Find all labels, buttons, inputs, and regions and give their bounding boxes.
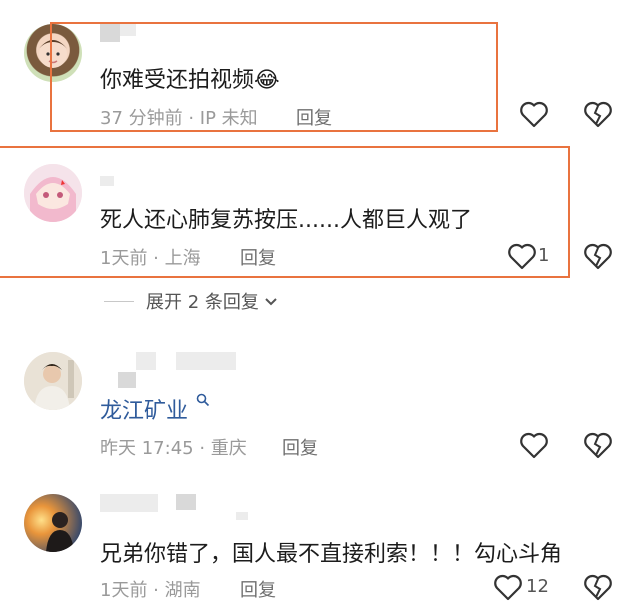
- avatar[interactable]: [24, 352, 82, 410]
- username-obscured: [100, 494, 158, 512]
- divider: [104, 300, 134, 302]
- username-obscured: [236, 512, 248, 520]
- comment-meta: 1天前 · 湖南: [100, 580, 201, 601]
- expand-replies-button[interactable]: 展开 2 条回复: [104, 288, 279, 314]
- username-obscured: [176, 352, 236, 370]
- broken-heart-icon[interactable]: [583, 242, 613, 270]
- highlight-box: [0, 146, 570, 278]
- highlight-box: [50, 22, 498, 132]
- expand-replies-label: 展开 2 条回复: [146, 292, 259, 313]
- like-count: 12: [526, 576, 549, 597]
- comment-text: 兄弟你错了，国人最不直接利索！！！勾心斗角: [100, 542, 563, 567]
- broken-heart-icon[interactable]: [583, 573, 613, 601]
- broken-heart-icon[interactable]: [583, 431, 613, 459]
- heart-outline-icon[interactable]: [519, 431, 549, 459]
- username-obscured: [118, 372, 136, 388]
- avatar[interactable]: [24, 494, 82, 552]
- comment-meta: 昨天 17:45 · 重庆: [100, 438, 247, 459]
- broken-heart-icon[interactable]: [583, 100, 613, 128]
- chevron-down-icon: [265, 298, 277, 306]
- heart-outline-icon[interactable]: [519, 100, 549, 128]
- reply-button[interactable]: 回复: [282, 434, 318, 460]
- username-obscured: [176, 494, 196, 510]
- username-obscured: [136, 352, 156, 370]
- heart-outline-icon[interactable]: [493, 573, 523, 601]
- reply-button[interactable]: 回复: [240, 576, 276, 602]
- search-icon: [196, 393, 210, 407]
- user-tag[interactable]: 龙江矿业: [100, 393, 210, 425]
